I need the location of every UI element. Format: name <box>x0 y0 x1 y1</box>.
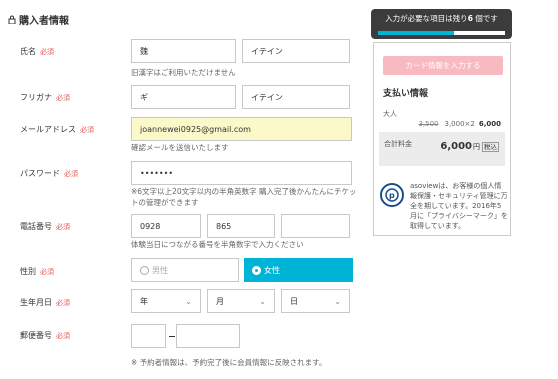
required-badge: 必須 <box>56 299 70 307</box>
lock-icon <box>8 15 16 24</box>
phone-input-2[interactable]: 865 <box>207 214 275 238</box>
email-input[interactable]: joannewei0925@gmail.com <box>131 117 352 141</box>
furigana-last-input[interactable]: ギ <box>131 85 236 109</box>
progress-text-after: 個です <box>472 14 498 23</box>
progress-text-before: 入力が必要な項目は残り <box>385 14 468 23</box>
last-name-input[interactable]: 魏 <box>131 39 236 63</box>
required-badge: 必須 <box>56 94 70 102</box>
section-title-text: 購入者情報 <box>19 16 69 27</box>
total-box: 合計料金 6,000円 税込 <box>379 132 505 166</box>
birth-day-value: 日 <box>290 296 298 306</box>
total-amount: 6,000 <box>440 141 472 152</box>
required-badge: 必須 <box>56 332 70 340</box>
footer-note: ※ 予約者情報は、予約完了後に会員情報に反映されます。 <box>131 358 327 367</box>
gender-male-radio[interactable]: 男性 <box>131 258 239 282</box>
phone-input-1[interactable]: 0928 <box>131 214 201 238</box>
yen-unit: 円 <box>473 143 480 151</box>
label-password: パスワード 必須 <box>20 168 78 179</box>
label-name: 氏名 必須 <box>20 46 54 57</box>
label-postal-text: 郵便番号 <box>20 331 52 340</box>
radio-checked-icon <box>252 265 261 275</box>
postal-dash <box>169 336 175 337</box>
password-note: ※6文字以上20文字以内の半角英数字 購入完了後かんたんにチケットの管理ができま… <box>131 187 357 207</box>
total-label: 合計料金 <box>384 140 412 148</box>
required-badge: 必須 <box>56 223 70 231</box>
radio-unchecked-icon <box>140 265 149 275</box>
gender-female-label: 女性 <box>264 265 280 275</box>
first-name-input[interactable]: イテイン <box>242 39 350 63</box>
required-badge: 必須 <box>80 126 94 134</box>
label-gender-text: 性別 <box>20 267 36 276</box>
section-title: 購入者情報 <box>8 12 69 27</box>
required-badge: 必須 <box>64 170 78 178</box>
birth-month-value: 月 <box>216 296 224 306</box>
unit-calc: 3,000×2 <box>444 120 475 128</box>
label-furigana: フリガナ 必須 <box>20 92 70 103</box>
gender-female-radio[interactable]: 女性 <box>244 258 353 282</box>
postal-input-2[interactable] <box>176 324 240 348</box>
total-value: 6,000円 税込 <box>440 141 499 152</box>
chevron-down-icon: ⌄ <box>334 296 341 306</box>
privacy-text: asoviewは、お客様の個人情報保護・セキュリティ管理に万全を期しています。2… <box>410 182 508 230</box>
phone-note: 体験当日につながる番号を半角数字で入力ください <box>131 240 304 249</box>
label-email-text: メールアドレス <box>20 125 76 134</box>
label-furigana-text: フリガナ <box>20 93 52 102</box>
phone-input-3[interactable] <box>281 214 350 238</box>
progress-track <box>378 31 505 35</box>
card-info-button[interactable]: カード情報を入力する <box>383 56 503 75</box>
label-phone: 電話番号 必須 <box>20 221 70 232</box>
privacy-mark-icon: p <box>380 183 404 207</box>
name-note: 旧漢字はご利用いただけません <box>131 68 236 77</box>
required-badge: 必須 <box>40 48 54 56</box>
price-row: 3,500 3,000×2 6,000 <box>383 120 501 128</box>
email-note: 確認メールを送信いたします <box>131 143 229 152</box>
gender-male-label: 男性 <box>152 265 168 275</box>
label-gender: 性別 必須 <box>20 266 54 277</box>
label-postal: 郵便番号 必須 <box>20 330 70 341</box>
label-password-text: パスワード <box>20 169 60 178</box>
progress-box: 入力が必要な項目は残り6 個です <box>371 9 512 39</box>
progress-fill <box>378 31 455 35</box>
password-input[interactable]: ••••••• <box>131 161 352 185</box>
chevron-down-icon: ⌄ <box>259 296 266 306</box>
furigana-first-input[interactable]: イテイン <box>242 85 350 109</box>
birth-year-select[interactable]: 年 ⌄ <box>131 289 201 313</box>
line-total: 6,000 <box>478 120 501 128</box>
birth-month-select[interactable]: 月 ⌄ <box>207 289 275 313</box>
svg-text:p: p <box>389 191 395 200</box>
birth-day-select[interactable]: 日 ⌄ <box>281 289 350 313</box>
payment-title: 支払い情報 <box>383 89 429 99</box>
label-phone-text: 電話番号 <box>20 222 52 231</box>
label-birthdate-text: 生年月日 <box>20 298 52 307</box>
adult-label: 大人 <box>383 110 397 118</box>
label-birthdate: 生年月日 必須 <box>20 297 70 308</box>
postal-input-1[interactable] <box>131 324 166 348</box>
birth-year-value: 年 <box>140 296 148 306</box>
progress-text: 入力が必要な項目は残り6 個です <box>371 13 512 24</box>
label-email: メールアドレス 必須 <box>20 124 94 135</box>
original-price: 3,500 <box>418 120 439 128</box>
label-name-text: 氏名 <box>20 47 36 56</box>
chevron-down-icon: ⌄ <box>185 296 192 306</box>
required-badge: 必須 <box>40 268 54 276</box>
tax-badge: 税込 <box>482 142 499 152</box>
payment-panel: カード情報を入力する 支払い情報 大人 3,500 3,000×2 6,000 合計… <box>373 42 511 236</box>
